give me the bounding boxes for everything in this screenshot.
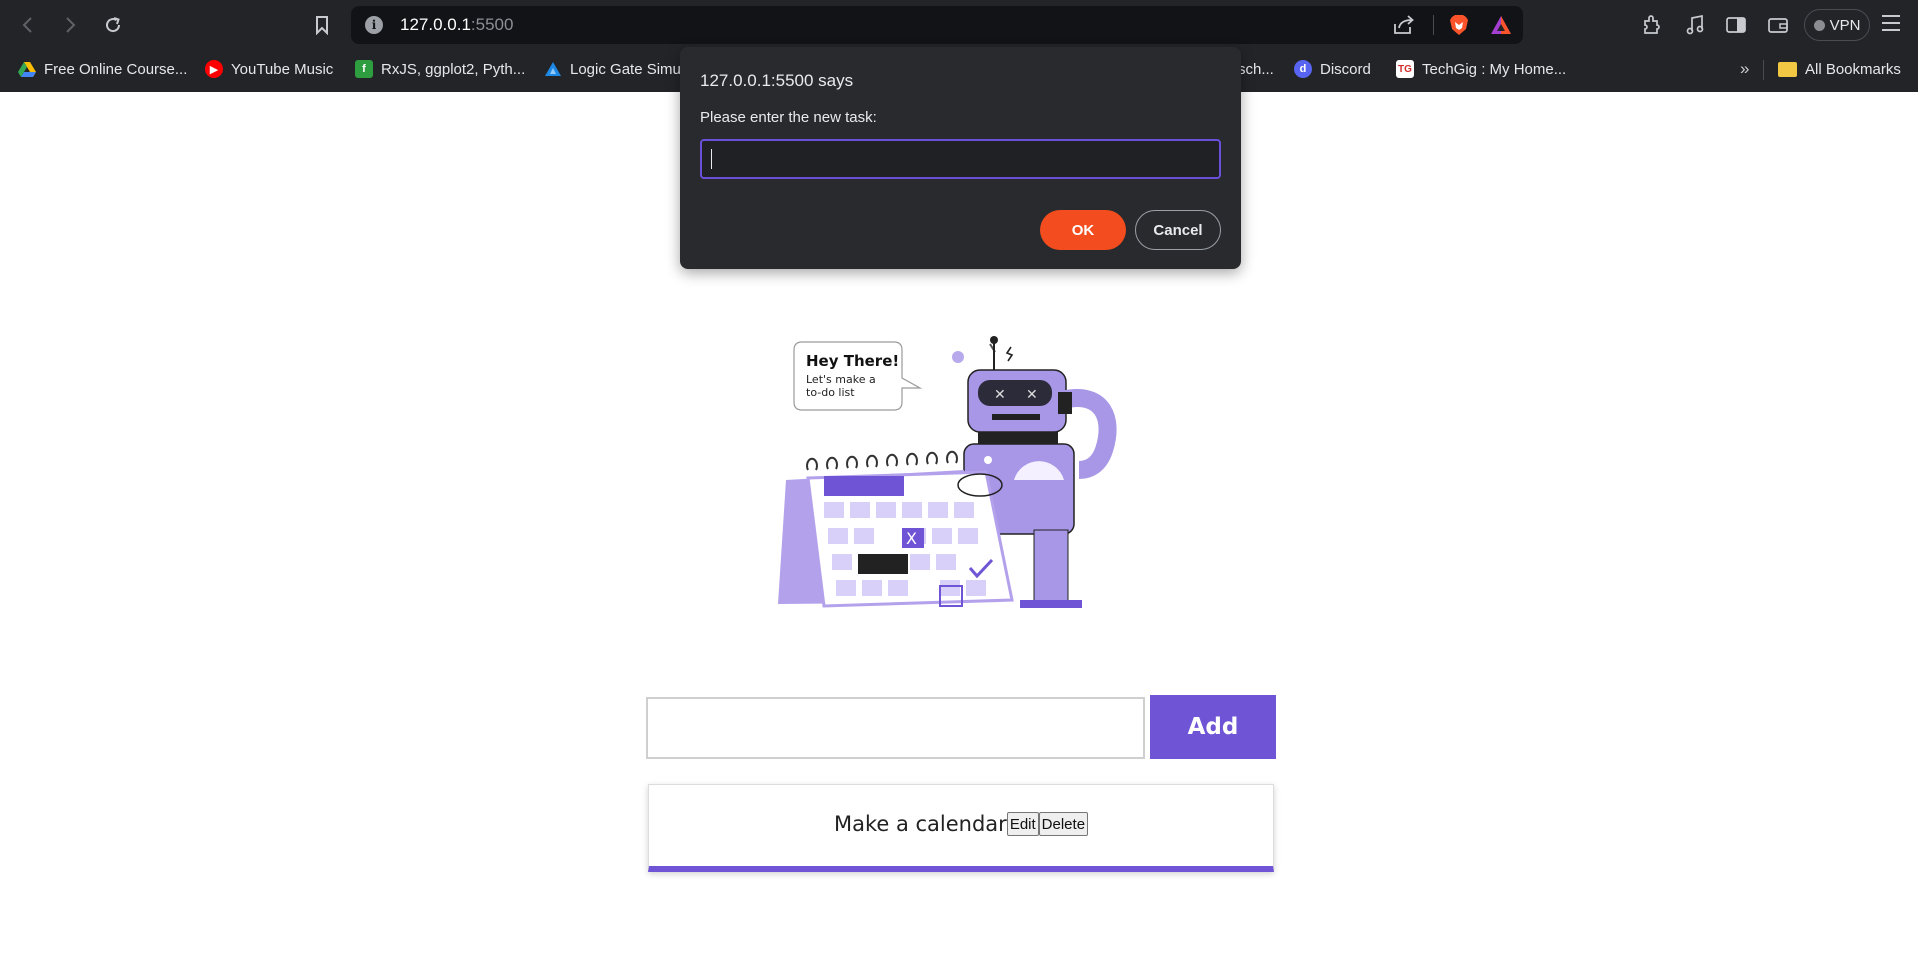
brave-rewards-icon[interactable] (1489, 14, 1513, 36)
reload-icon[interactable] (99, 11, 127, 39)
menu-icon[interactable] (1882, 15, 1900, 35)
wallet-icon[interactable] (1766, 13, 1790, 37)
svg-text:✕: ✕ (1026, 387, 1038, 403)
bookmark-label: Logic Gate Simu (570, 60, 681, 78)
bubble-line-2: to-do list (806, 386, 855, 399)
forward-icon[interactable] (56, 11, 84, 39)
cancel-button[interactable]: Cancel (1135, 210, 1221, 250)
share-icon[interactable] (1392, 14, 1416, 36)
bookmark-label: YouTube Music (231, 60, 334, 78)
bubble-line-1: Let's make a (806, 373, 876, 386)
edit-task-button[interactable]: Edit (1006, 812, 1039, 836)
site-info-icon[interactable]: i (365, 16, 383, 34)
task-item: Make a calendar Edit Delete (648, 784, 1274, 872)
url-text[interactable]: 127.0.0.1:5500 (400, 15, 513, 35)
youtube-music-icon: ▶ (205, 60, 223, 78)
bookmark-logic-gate[interactable]: Logic Gate Simu (544, 58, 681, 80)
prompt-dialog: 127.0.0.1:5500 says Please enter the new… (680, 47, 1241, 269)
bubble-title: Hey There! (806, 352, 899, 370)
bookmark-discord[interactable]: d Discord (1294, 58, 1371, 80)
speech-bubble: Hey There! Let's make a to-do list (793, 341, 923, 411)
back-icon[interactable] (14, 11, 42, 39)
add-task-button[interactable]: Add (1150, 695, 1276, 759)
bookmark-free-online-courses[interactable]: Free Online Course... (18, 58, 187, 80)
browser-toolbar: i 127.0.0.1:5500 VPN (0, 0, 1918, 50)
bookmark-rxjs[interactable]: f RxJS, ggplot2, Pyth... (355, 58, 525, 80)
feed-icon: f (355, 60, 373, 78)
logic-gate-icon (544, 60, 562, 78)
bookmark-techgig[interactable]: TG TechGig : My Home... (1396, 58, 1566, 80)
bookmark-label: Free Online Course... (44, 60, 188, 78)
bookmarks-divider (1763, 60, 1764, 80)
address-bar[interactable]: i 127.0.0.1:5500 (351, 6, 1523, 44)
google-drive-icon (18, 60, 36, 78)
all-bookmarks-button[interactable]: All Bookmarks (1778, 58, 1901, 80)
bookmark-label: sch... (1238, 60, 1274, 78)
address-bar-divider (1433, 15, 1434, 35)
more-bookmarks-icon[interactable]: » (1740, 59, 1749, 79)
media-control-icon[interactable] (1683, 13, 1707, 37)
extensions-icon[interactable] (1640, 13, 1664, 37)
svg-text:✕: ✕ (994, 387, 1006, 403)
brave-shields-icon[interactable] (1449, 14, 1469, 36)
svg-text:X: X (906, 529, 917, 548)
dialog-message: Please enter the new task: (700, 109, 877, 126)
sidebar-icon[interactable] (1724, 13, 1748, 37)
delete-task-button[interactable]: Delete (1038, 812, 1089, 836)
text-caret (711, 149, 712, 169)
gear-icon (952, 351, 964, 363)
ok-button[interactable]: OK (1040, 210, 1126, 250)
task-row: Make a calendar Edit Delete (649, 812, 1273, 836)
task-input[interactable] (646, 697, 1145, 759)
vpn-status-icon (1813, 19, 1825, 31)
bookmark-label: Discord (1320, 60, 1371, 78)
folder-icon (1778, 61, 1797, 77)
dialog-title: 127.0.0.1:5500 says (700, 71, 854, 90)
bookmark-label: RxJS, ggplot2, Pyth... (381, 60, 526, 78)
discord-icon: d (1294, 60, 1312, 78)
task-text: Make a calendar (833, 812, 1007, 836)
dialog-task-input[interactable] (700, 139, 1221, 179)
robot-calendar-illustration: Hey There! Let's make a to-do list ✕ ✕ X (778, 336, 1117, 608)
bookmark-label: TechGig : My Home... (1422, 60, 1567, 78)
bookmark-icon[interactable] (308, 11, 336, 39)
bookmark-youtube-music[interactable]: ▶ YouTube Music (205, 58, 333, 80)
techgig-icon: TG (1396, 60, 1414, 78)
all-bookmarks-label: All Bookmarks (1805, 60, 1901, 78)
vpn-label: VPN (1829, 16, 1861, 34)
vpn-button[interactable]: VPN (1804, 9, 1870, 41)
calendar-figure: X (778, 450, 1014, 608)
bookmark-partial[interactable]: sch... (1238, 58, 1274, 80)
